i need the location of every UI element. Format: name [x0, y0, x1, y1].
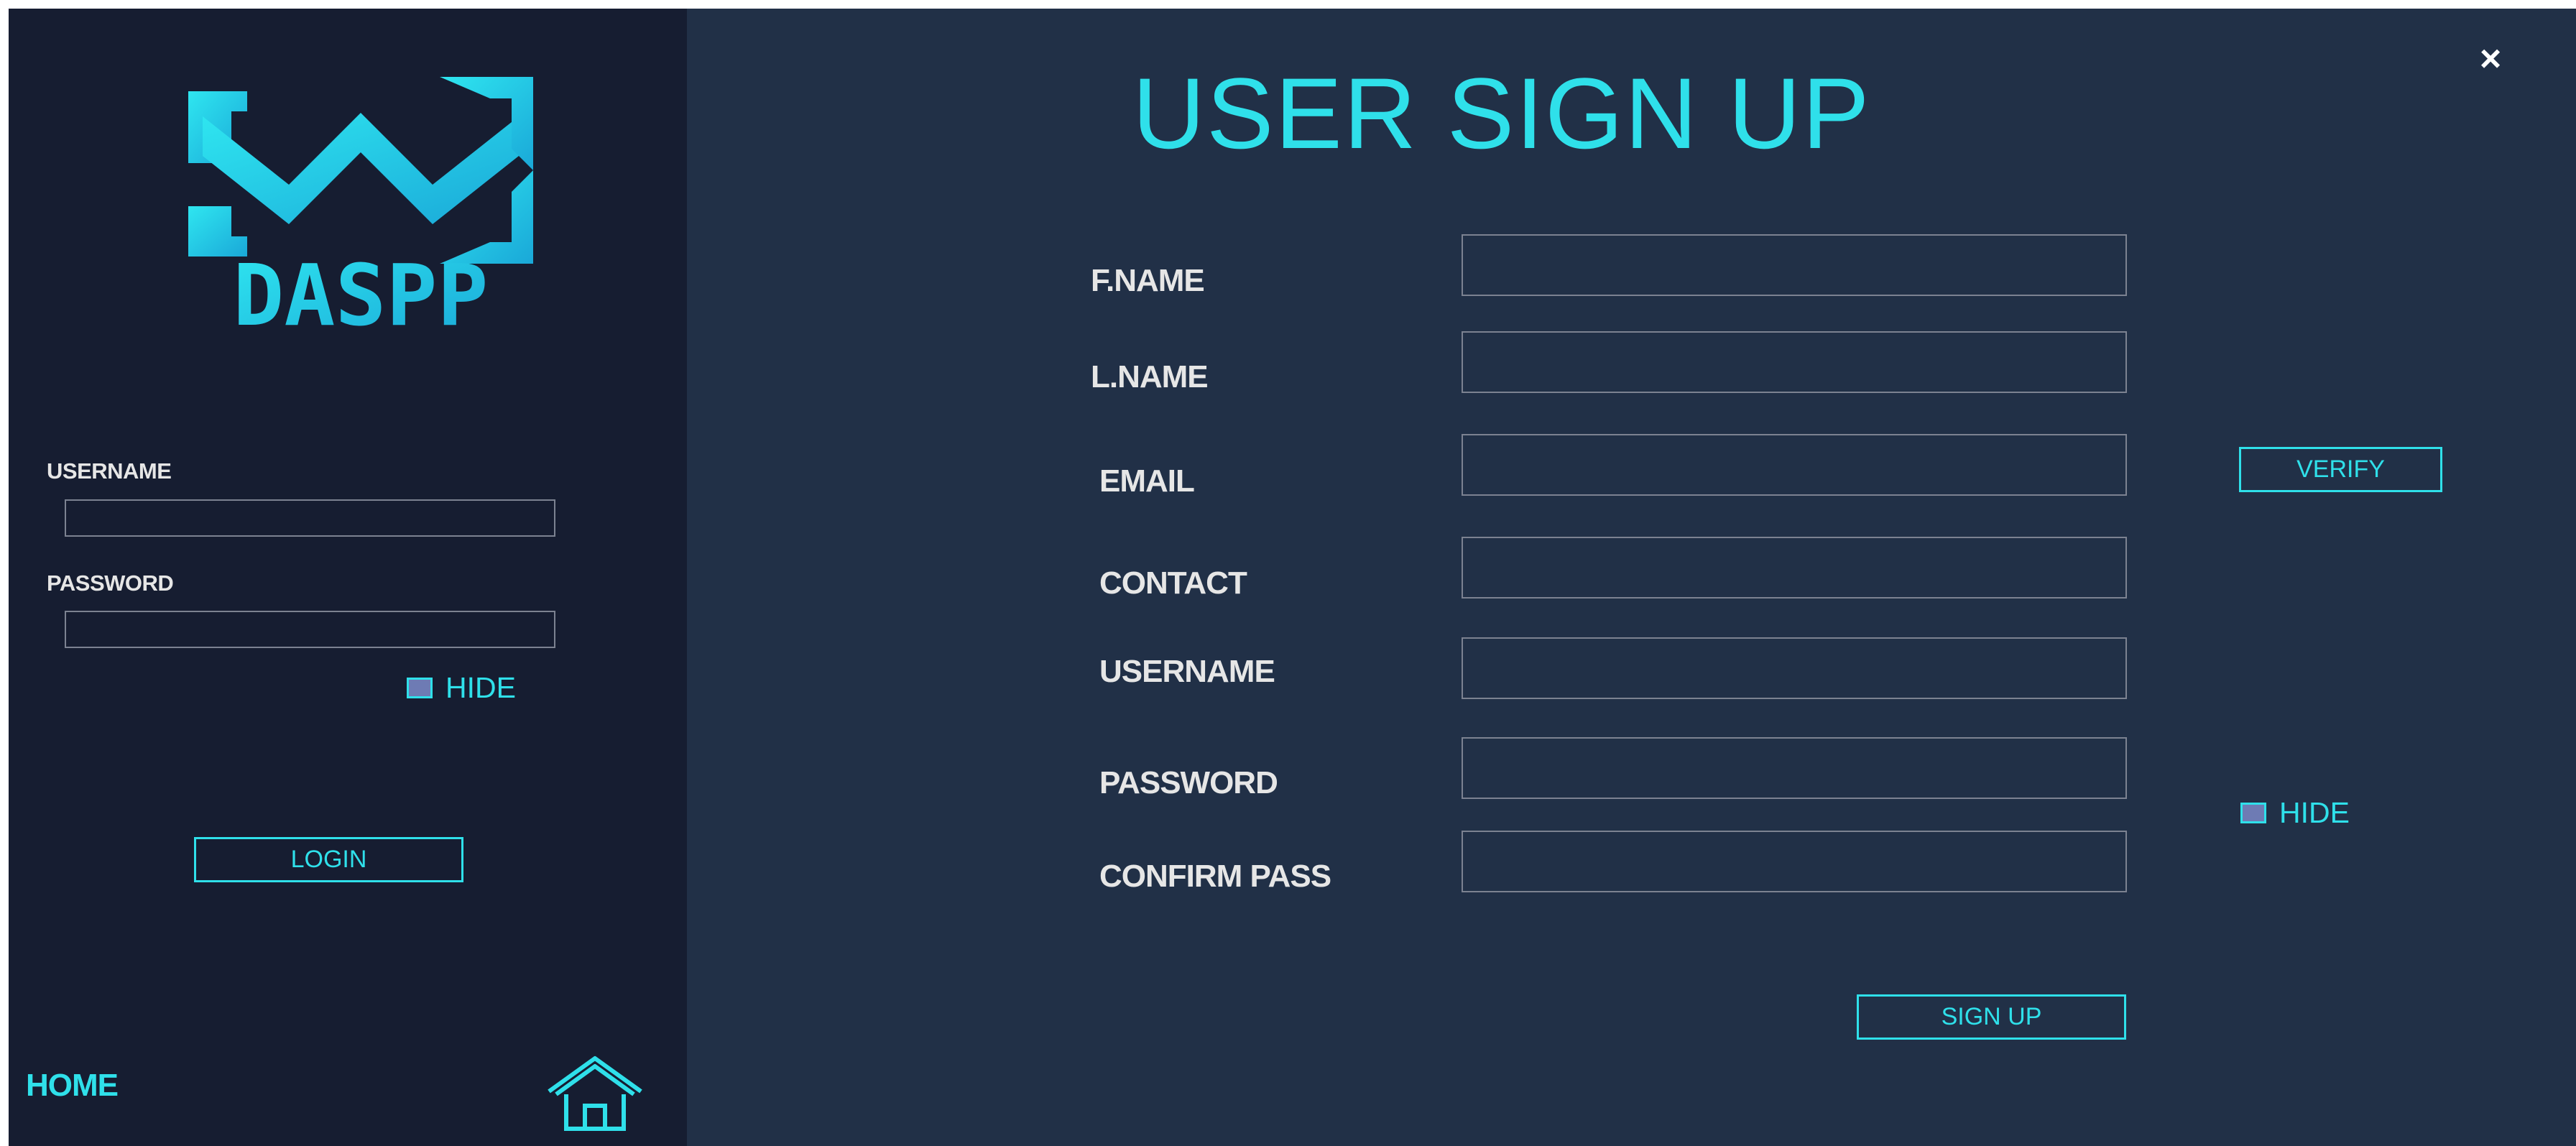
login-hide-password-toggle[interactable]: HIDE — [407, 671, 516, 705]
fname-input[interactable] — [1462, 234, 2127, 296]
close-button[interactable]: × — [2469, 37, 2512, 80]
hide-checkbox[interactable] — [407, 678, 433, 698]
username-label: USERNAME — [47, 458, 172, 484]
hide-label: HIDE — [446, 671, 516, 704]
verify-button[interactable]: VERIFY — [2239, 447, 2442, 492]
login-username-input[interactable] — [65, 499, 555, 537]
hide-label: HIDE — [2279, 796, 2350, 829]
password-label: PASSWORD — [47, 570, 174, 596]
password-input[interactable] — [1462, 737, 2127, 799]
contact-label: CONTACT — [1099, 565, 1247, 601]
login-button[interactable]: LOGIN — [194, 837, 463, 882]
page-title: USER SIGN UP — [1132, 57, 1871, 170]
lname-label: L.NAME — [1091, 359, 1209, 394]
email-input[interactable] — [1462, 434, 2127, 496]
home-icon[interactable] — [545, 1054, 645, 1133]
signup-panel: USER SIGN UP × F.NAME L.NAME EMAIL VERIF… — [687, 9, 2576, 1146]
signup-hide-password-toggle[interactable]: HIDE — [2240, 796, 2350, 830]
username-input[interactable] — [1462, 637, 2127, 699]
confirm-password-input[interactable] — [1462, 831, 2127, 892]
login-sidebar: DASPP USERNAME PASSWORD HIDE LOGIN HOME — [9, 9, 687, 1146]
sign-up-button[interactable]: SIGN UP — [1857, 994, 2126, 1040]
login-password-input[interactable] — [65, 611, 555, 648]
contact-input[interactable] — [1462, 537, 2127, 599]
logo-text: DASPP — [233, 246, 488, 336]
username-label: USERNAME — [1099, 654, 1275, 689]
lname-input[interactable] — [1462, 331, 2127, 393]
fname-label: F.NAME — [1091, 263, 1205, 298]
daspp-logo: DASPP — [188, 77, 533, 336]
app-window: DASPP USERNAME PASSWORD HIDE LOGIN HOME … — [9, 9, 2576, 1146]
home-label[interactable]: HOME — [26, 1068, 119, 1104]
hide-checkbox[interactable] — [2240, 803, 2266, 823]
password-label: PASSWORD — [1099, 765, 1278, 800]
email-label: EMAIL — [1099, 463, 1195, 499]
confirm-password-label: CONFIRM PASS — [1099, 859, 1331, 894]
